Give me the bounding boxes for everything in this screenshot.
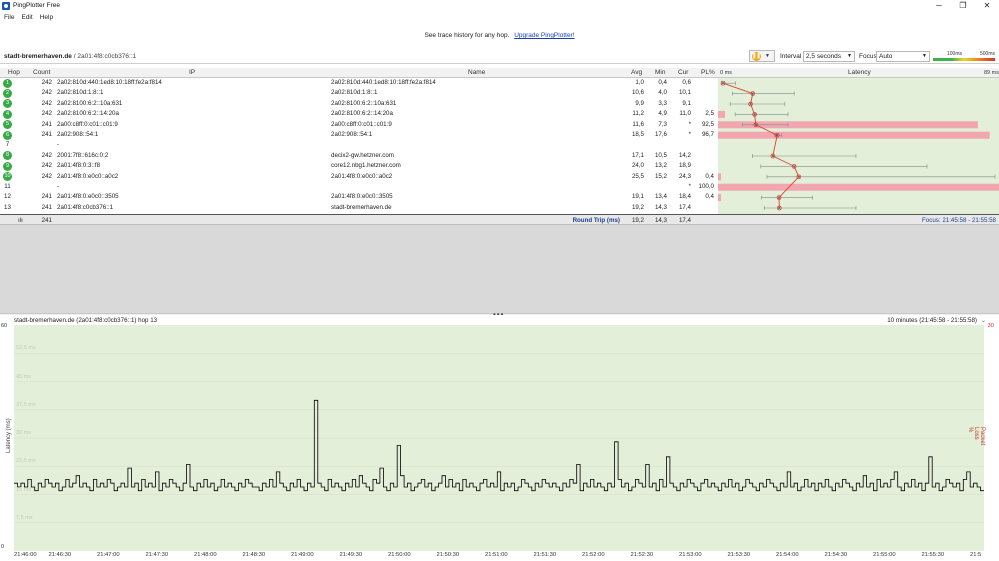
x-tick-label: 21:46:30: [48, 552, 72, 558]
y-axis-top-label: 60: [1, 323, 8, 329]
packet-loss-bar: [718, 194, 721, 202]
summary-min: 14,3: [654, 216, 667, 224]
breadcrumb-address: 2a01:4f8:c0cb376::1: [77, 53, 137, 60]
menu-edit[interactable]: Edit: [21, 14, 32, 21]
timeline-graph-panel: stadt-bremerhaven.de (2a01:4f8:c0cb376::…: [0, 315, 999, 561]
focus-value: Auto: [879, 53, 893, 60]
y-axis-label: Latency (ms): [6, 418, 12, 453]
breadcrumb-target[interactable]: stadt-bremerhaven.de: [4, 53, 72, 60]
x-tick-label: 21:50:00: [388, 552, 411, 558]
chevron-down-icon: ▼: [922, 53, 927, 59]
pingplotter-logo-icon: [2, 1, 10, 10]
y2-axis-label: Packet Loss %: [967, 427, 985, 446]
summary-cur: 17,4: [678, 216, 691, 224]
menu-bar: File Edit Help: [0, 12, 56, 22]
x-tick-label: 21:54:00: [776, 552, 799, 558]
scale-low-label: 100ms: [947, 51, 963, 57]
packet-loss-bar: [718, 173, 721, 181]
breadcrumb-separator: /: [73, 53, 76, 60]
y2-axis-top-label: 30: [987, 323, 994, 329]
x-tick-label: 21:55:30: [921, 552, 945, 558]
close-button[interactable]: ✕: [975, 0, 999, 11]
x-tick-label: 21:46:00: [14, 552, 37, 558]
x-tick-label: 21:50:30: [436, 552, 460, 558]
x-tick-label: 21:52:00: [582, 552, 605, 558]
x-tick-label: 21:48:30: [242, 552, 266, 558]
y-grid-label: 37,5 ms: [16, 401, 36, 408]
collapse-icon[interactable]: ⌄: [981, 317, 986, 324]
y-grid-label: 22,5 ms: [16, 458, 36, 465]
focus-label: Focus: [859, 53, 877, 60]
graph-title: stadt-bremerhaven.de (2a01:4f8:c0cb376::…: [14, 317, 158, 324]
round-trip-summary-row: ılı 241 Round Trip (ms) 19,2 14,3 17,4 F…: [0, 214, 999, 225]
menu-help[interactable]: Help: [40, 14, 53, 21]
banner-text: See trace history for any hop.: [424, 32, 510, 39]
x-tick-label: 21:48:00: [194, 552, 217, 558]
latency-scale-legend: 100ms 500ms: [933, 51, 995, 63]
y-axis-bottom-label: 0: [1, 544, 5, 550]
x-tick-label: 21:54:30: [824, 552, 848, 558]
trace-table: Hop Count IP Name Avg Min Cur PL% 0 ms L…: [0, 68, 999, 319]
interval-label: Interval: [780, 53, 802, 60]
x-tick-label: 21:55:00: [873, 552, 896, 558]
x-tick-label: 21:51:00: [485, 552, 508, 558]
summary-avg: 19,2: [631, 216, 644, 224]
packet-loss-bar: [718, 131, 990, 139]
pause-button[interactable]: ❚❚ ▼: [749, 50, 775, 62]
x-tick-label: 21:49:00: [291, 552, 314, 558]
menu-file[interactable]: File: [4, 14, 14, 21]
y-grid-label: 45 ms: [16, 373, 31, 380]
x-tick-label: 21:53:30: [727, 552, 751, 558]
y-grid-label: 52,5 ms: [16, 345, 36, 352]
breadcrumb: stadt-bremerhaven.de / 2a01:4f8:c0cb376:…: [4, 53, 136, 60]
y-grid-label: 15 ms: [16, 486, 31, 493]
x-tick-label: 21:5: [970, 552, 982, 558]
pause-icon: ❚❚: [752, 51, 761, 61]
upgrade-banner: See trace history for any hop. Upgrade P…: [0, 32, 999, 39]
latency-graph: ×××××××××××: [718, 80, 999, 212]
window-title: PingPlotter Free: [13, 2, 60, 9]
minimize-button[interactable]: ─: [927, 0, 951, 11]
focus-range-label: Focus: 21:45:58 - 21:55:58: [922, 216, 996, 224]
latency-timeline-chart: [14, 353, 984, 523]
chevron-down-icon: ▼: [847, 53, 852, 59]
round-trip-label: Round Trip (ms): [572, 216, 620, 224]
packet-loss-bar: [718, 183, 999, 191]
title-bar: PingPlotter Free ─ ❐ ✕: [0, 0, 999, 11]
x-tick-label: 21:53:00: [679, 552, 702, 558]
y-grid-label: 30 ms: [16, 430, 31, 436]
x-tick-label: 21:52:30: [630, 552, 654, 558]
x-tick-label: 21:49:30: [339, 552, 363, 558]
interval-select[interactable]: 2,5 seconds ▼: [803, 51, 855, 62]
packet-loss-bar: [718, 110, 726, 118]
toolbar: stadt-bremerhaven.de / 2a01:4f8:c0cb376:…: [0, 49, 999, 64]
interval-value: 2,5 seconds: [806, 53, 842, 60]
upgrade-link[interactable]: Upgrade PingPlotter!: [514, 32, 574, 39]
x-tick-label: 21:47:30: [145, 552, 169, 558]
latency-series-line: [14, 399, 984, 492]
maximize-button[interactable]: ❐: [951, 0, 975, 11]
scale-high-label: 500ms: [979, 51, 995, 57]
summary-count: 241: [41, 216, 52, 224]
chevron-down-icon[interactable]: ▼: [765, 53, 770, 59]
graph-time-range[interactable]: 10 minutes (21:45:58 - 21:55:58): [887, 317, 977, 324]
y-grid-label: 7,5 ms: [16, 514, 33, 521]
scale-gradient: [933, 58, 995, 61]
summary-graph-icon[interactable]: ılı: [18, 217, 23, 224]
latency-plot-area[interactable]: [14, 325, 984, 551]
focus-select[interactable]: Auto ▼: [876, 51, 930, 62]
x-tick-label: 21:47:00: [97, 552, 120, 558]
window-controls: ─ ❐ ✕: [927, 0, 999, 11]
x-tick-label: 21:51:30: [533, 552, 557, 558]
